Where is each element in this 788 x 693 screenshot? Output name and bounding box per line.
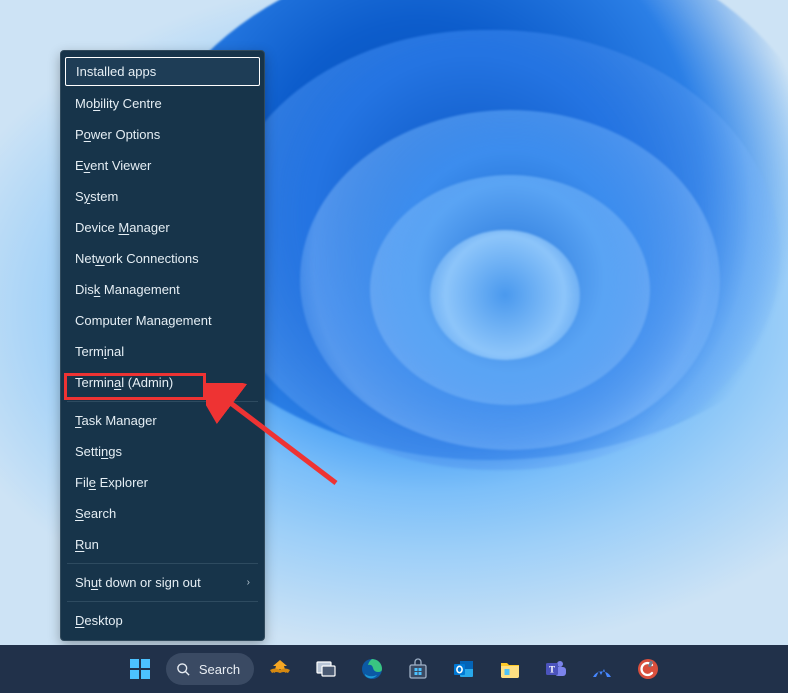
windows-icon	[128, 657, 152, 681]
menu-item-network-connections[interactable]: Network Connections	[61, 243, 264, 274]
store-icon	[406, 657, 430, 681]
menu-item-label: Terminal	[75, 344, 124, 359]
start-button[interactable]	[120, 649, 160, 689]
winx-context-menu: Installed apps Mobility Centre Power Optio…	[60, 50, 265, 641]
menu-separator	[67, 563, 258, 564]
menu-item-computer-management[interactable]: Computer Management	[61, 305, 264, 336]
menu-item-power-options[interactable]: Power Options	[61, 119, 264, 150]
edge-icon	[360, 657, 384, 681]
menu-item-label: Settings	[75, 444, 122, 459]
menu-item-label: Terminal (Admin)	[75, 375, 173, 390]
menu-item-mobility-centre[interactable]: Mobility Centre	[61, 88, 264, 119]
taskbar-icon-ccleaner[interactable]	[628, 649, 668, 689]
taskbar-icon-task-view[interactable]	[306, 649, 346, 689]
menu-item-terminal[interactable]: Terminal	[61, 336, 264, 367]
taskbar-search[interactable]: Search	[166, 653, 254, 685]
menu-item-device-manager[interactable]: Device Manager	[61, 212, 264, 243]
menu-item-disk-management[interactable]: Disk Management	[61, 274, 264, 305]
menu-item-label: Shut down or sign out	[75, 575, 201, 590]
menu-item-label: Mobility Centre	[75, 96, 162, 111]
search-label: Search	[199, 662, 240, 677]
menu-item-terminal-admin-[interactable]: Terminal (Admin)	[61, 367, 264, 398]
menu-separator	[67, 401, 258, 402]
menu-item-label: Power Options	[75, 127, 160, 142]
menu-item-label: Event Viewer	[75, 158, 151, 173]
menu-item-desktop[interactable]: Desktop	[61, 605, 264, 636]
menu-item-system[interactable]: System	[61, 181, 264, 212]
menu-item-search[interactable]: Search	[61, 498, 264, 529]
menu-item-event-viewer[interactable]: Event Viewer	[61, 150, 264, 181]
menu-item-label: Search	[75, 506, 116, 521]
taskbar-icon-nord[interactable]	[582, 649, 622, 689]
menu-item-task-manager[interactable]: Task Manager	[61, 405, 264, 436]
menu-item-shut-down-or-sign-out[interactable]: Shut down or sign out ›	[61, 567, 264, 598]
taskbar-icon-store[interactable]	[398, 649, 438, 689]
menu-item-file-explorer[interactable]: File Explorer	[61, 467, 264, 498]
menu-item-label: Network Connections	[75, 251, 199, 266]
menu-item-label: File Explorer	[75, 475, 148, 490]
menu-item-run[interactable]: Run	[61, 529, 264, 560]
taskbar: Search	[0, 645, 788, 693]
menu-item-label: Task Manager	[75, 413, 157, 428]
search-icon	[176, 662, 191, 677]
taskbar-icon-phoenix[interactable]	[260, 649, 300, 689]
menu-item-label: Computer Management	[75, 313, 212, 328]
menu-item-label: Desktop	[75, 613, 123, 628]
svg-text:T: T	[549, 665, 555, 675]
menu-separator	[67, 601, 258, 602]
taskbar-icon-file-explorer[interactable]	[490, 649, 530, 689]
menu-item-installed-apps[interactable]: Installed apps	[65, 57, 260, 86]
menu-item-label: Installed apps	[76, 64, 156, 79]
ccleaner-icon	[636, 657, 660, 681]
menu-item-settings[interactable]: Settings	[61, 436, 264, 467]
outlook-icon	[452, 657, 476, 681]
menu-item-label: Disk Management	[75, 282, 180, 297]
teams-icon: T	[544, 657, 568, 681]
taskbar-icon-outlook[interactable]	[444, 649, 484, 689]
phoenix-icon	[268, 657, 292, 681]
task-view-icon	[314, 657, 338, 681]
menu-item-label: Run	[75, 537, 99, 552]
menu-item-label: System	[75, 189, 118, 204]
taskbar-icon-edge[interactable]	[352, 649, 392, 689]
nord-icon	[590, 657, 614, 681]
folder-icon	[498, 657, 522, 681]
chevron-right-icon: ›	[247, 577, 250, 588]
taskbar-icon-teams[interactable]: T	[536, 649, 576, 689]
menu-item-label: Device Manager	[75, 220, 170, 235]
